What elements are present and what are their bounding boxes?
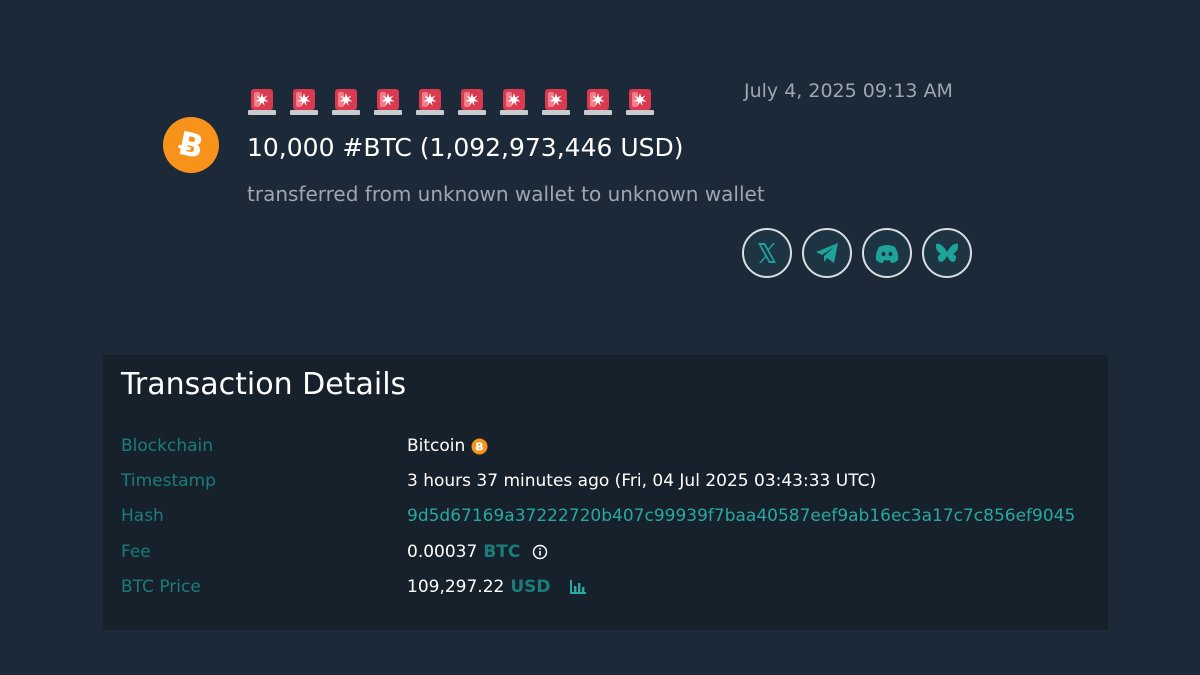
detail-value-wrap: 0.00037 BTC	[407, 542, 548, 562]
bitcoin-logo-icon: Ƀ	[163, 117, 219, 173]
btc-price-unit: USD	[510, 577, 551, 597]
alert-date: July 4, 2025 09:13 AM	[744, 80, 953, 102]
detail-value-wrap: 9d5d67169a37222720b407c99939f7baa40587ee…	[407, 506, 1075, 526]
transaction-details-panel: Transaction Details Blockchain Bitcoin Ƀ…	[103, 355, 1108, 630]
police-car-light-icon	[542, 89, 570, 115]
police-car-light-icon	[458, 89, 486, 115]
detail-row-btc-price: BTC Price 109,297.22 USD	[121, 577, 1101, 601]
siren-row	[247, 84, 655, 116]
transfer-description: transferred from unknown wallet to unkno…	[247, 182, 765, 206]
detail-row-fee: Fee 0.00037 BTC	[121, 542, 1101, 566]
police-car-light-icon	[290, 89, 318, 115]
detail-label: Timestamp	[121, 471, 216, 491]
detail-value-wrap: 3 hours 37 minutes ago (Fri, 04 Jul 2025…	[407, 471, 876, 491]
police-car-light-icon	[374, 89, 402, 115]
transfer-headline: 10,000 #BTC (1,092,973,446 USD)	[247, 133, 684, 162]
detail-label: Blockchain	[121, 436, 214, 456]
police-car-light-icon	[626, 89, 654, 115]
bluesky-icon	[935, 243, 959, 262]
police-car-light-icon	[332, 89, 360, 115]
police-car-light-icon	[500, 89, 528, 115]
fee-value: 0.00037	[407, 542, 478, 562]
share-discord-button[interactable]	[862, 228, 912, 278]
hash-link[interactable]: 9d5d67169a37222720b407c99939f7baa40587ee…	[407, 506, 1075, 526]
police-car-light-icon	[248, 89, 276, 115]
detail-label: Fee	[121, 542, 151, 562]
detail-label: BTC Price	[121, 577, 201, 597]
bitcoin-small-icon: Ƀ	[471, 438, 488, 454]
discord-icon	[875, 245, 899, 263]
btc-price-value: 109,297.22	[407, 577, 505, 597]
police-car-light-icon	[584, 89, 612, 115]
share-bluesky-button[interactable]	[922, 228, 972, 278]
panel-title: Transaction Details	[121, 367, 407, 402]
x-icon	[758, 243, 776, 263]
detail-label: Hash	[121, 506, 164, 526]
detail-row-timestamp: Timestamp 3 hours 37 minutes ago (Fri, 0…	[121, 471, 1101, 495]
detail-value-wrap: Bitcoin Ƀ	[407, 436, 488, 456]
share-telegram-button[interactable]	[802, 228, 852, 278]
info-icon[interactable]	[532, 544, 548, 560]
detail-row-hash: Hash 9d5d67169a37222720b407c99939f7baa40…	[121, 506, 1101, 530]
timestamp-value: 3 hours 37 minutes ago (Fri, 04 Jul 2025…	[407, 471, 877, 491]
police-car-light-icon	[416, 89, 444, 115]
share-x-button[interactable]	[742, 228, 792, 278]
telegram-icon	[816, 243, 838, 263]
price-chart-icon[interactable]	[569, 579, 587, 595]
detail-value-wrap: 109,297.22 USD	[407, 577, 587, 597]
whale-alert-card: Ƀ 10,000 #BTC (1,092,973,446 USD) transf…	[0, 0, 1200, 340]
svg-text:Ƀ: Ƀ	[476, 440, 484, 453]
fee-unit: BTC	[483, 542, 521, 562]
social-share-buttons	[742, 228, 972, 278]
blockchain-value: Bitcoin	[407, 436, 466, 456]
detail-row-blockchain: Blockchain Bitcoin Ƀ	[121, 436, 1101, 460]
